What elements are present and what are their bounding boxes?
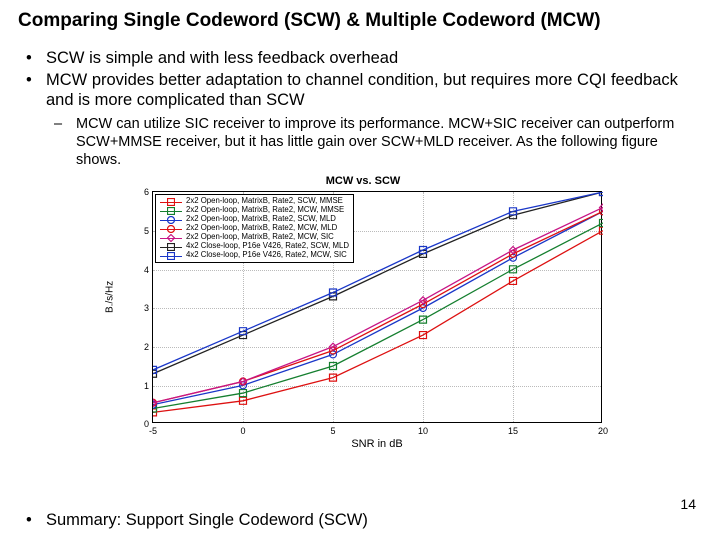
bullet-1: SCW is simple and with less feedback ove…	[46, 48, 702, 68]
chart-xtick: 15	[508, 426, 518, 436]
chart-ytick: 2	[133, 342, 149, 352]
summary-list: Summary: Support Single Codeword (SCW)	[18, 511, 702, 530]
bullet-2-sub: MCW can utilize SIC receiver to improve …	[76, 116, 702, 169]
chart-xtick: 20	[598, 426, 608, 436]
chart-xlabel: SNR in dB	[152, 438, 602, 450]
chart-xtick: 5	[330, 426, 335, 436]
chart-container: MCW vs. SCW B./s/Hz 2x2 Open-loop, Matri…	[108, 175, 618, 450]
chart-plot-area: 2x2 Open-loop, MatrixB, Rate2, SCW, MMSE…	[152, 191, 602, 423]
summary-bullet: Summary: Support Single Codeword (SCW)	[46, 511, 702, 530]
chart-legend: 2x2 Open-loop, MatrixB, Rate2, SCW, MMSE…	[155, 194, 354, 263]
chart-xtick: -5	[149, 426, 157, 436]
chart-ytick: 3	[133, 303, 149, 313]
chart-ytick: 1	[133, 381, 149, 391]
page-title: Comparing Single Codeword (SCW) & Multip…	[18, 10, 702, 32]
bullet-2: MCW provides better adaptation to channe…	[46, 70, 702, 169]
chart-ylabel: B./s/Hz	[105, 281, 116, 313]
legend-item: 4x2 Close-loop, P16e V426, Rate2, MCW, S…	[160, 251, 349, 260]
chart-ytick: 0	[133, 419, 149, 429]
chart-xtick: 0	[240, 426, 245, 436]
chart-ytick: 6	[133, 187, 149, 197]
chart-ytick: 5	[133, 226, 149, 236]
bullet-2-text: MCW provides better adaptation to channe…	[46, 71, 678, 109]
chart-title: MCW vs. SCW	[108, 175, 618, 187]
page-number: 14	[680, 496, 696, 512]
bullet-list: SCW is simple and with less feedback ove…	[18, 48, 702, 169]
chart-ytick: 4	[133, 265, 149, 275]
chart-xtick: 10	[418, 426, 428, 436]
